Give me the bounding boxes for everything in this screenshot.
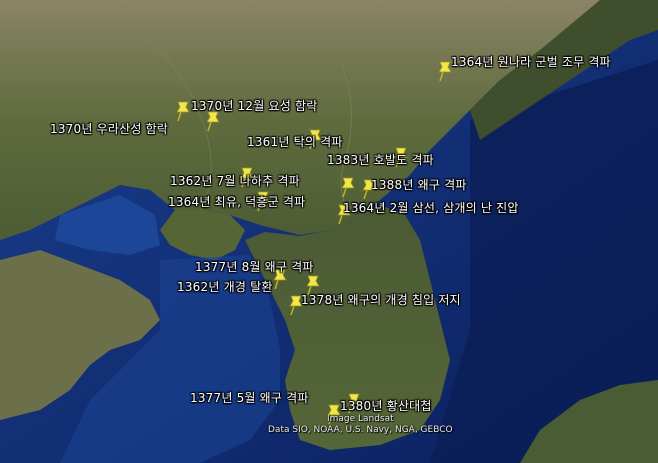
event-label[interactable]: 1380년 황산대첩 [340, 397, 432, 414]
event-label[interactable]: 1370년 우라산성 함락 [50, 120, 168, 137]
credit-line-1: Image Landsat [326, 414, 394, 424]
event-label[interactable]: 1383년 호발도 격파 [327, 151, 434, 168]
event-label[interactable]: 1388년 왜구 격파 [371, 176, 467, 193]
event-label[interactable]: 1378년 왜구의 개경 침입 저지 [301, 291, 461, 308]
credit-line-2: Data SIO, NOAA, U.S. Navy, NGA, GEBCO [268, 425, 453, 435]
event-label[interactable]: 1362년 개경 탈환 [177, 278, 273, 295]
pushpin-icon[interactable] [340, 176, 356, 198]
event-label[interactable]: 1364년 최유, 덕흥군 격파 [168, 193, 305, 210]
satellite-map[interactable]: 1364년 원나라 군벌 조무 격파 1370년 12월 요성 함락 1370년… [0, 0, 658, 463]
imagery-credit: Image Landsat Data SIO, NOAA, U.S. Navy,… [268, 414, 453, 436]
event-label[interactable]: 1361년 탁의 격파 [247, 133, 343, 150]
event-label[interactable]: 1364년 2월 삼선, 삼개의 난 진압 [343, 199, 519, 216]
event-label[interactable]: 1370년 12월 요성 함락 [191, 97, 318, 114]
event-label[interactable]: 1362년 7월 나하추 격파 [170, 172, 300, 189]
event-label[interactable]: 1364년 원나라 군벌 조무 격파 [451, 53, 611, 70]
event-label[interactable]: 1377년 8월 왜구 격파 [195, 258, 314, 275]
pushpin-icon[interactable] [175, 100, 191, 122]
event-label[interactable]: 1377년 5월 왜구 격파 [190, 389, 309, 406]
